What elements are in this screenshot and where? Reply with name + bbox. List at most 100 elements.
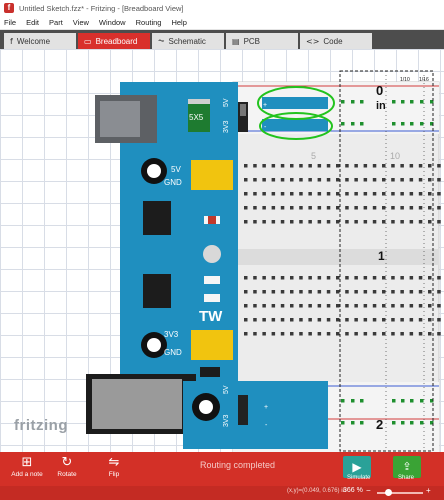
menu-file[interactable]: File <box>4 18 16 27</box>
breadboard-hole[interactable] <box>372 206 377 210</box>
breadboard-hole[interactable] <box>372 318 377 322</box>
breadboard-hole[interactable] <box>400 332 404 336</box>
breadboard-hole[interactable] <box>391 192 395 196</box>
breadboard-hole[interactable] <box>308 164 312 168</box>
breadboard-hole[interactable] <box>351 421 355 425</box>
breadboard-hole[interactable] <box>326 220 331 224</box>
breadboard-hole[interactable] <box>280 164 285 168</box>
breadboard-hole[interactable] <box>299 192 303 196</box>
zoom-slider[interactable] <box>377 492 423 494</box>
breadboard-hole[interactable] <box>382 206 386 210</box>
breadboard-hole[interactable] <box>317 290 322 294</box>
breadboard-hole[interactable] <box>372 178 377 182</box>
breadboard-hole[interactable] <box>244 276 248 280</box>
breadboard-hole[interactable] <box>290 164 294 168</box>
breadboard-hole[interactable] <box>354 206 358 210</box>
breadboard-hole[interactable] <box>409 318 414 322</box>
breadboard-hole[interactable] <box>409 304 414 308</box>
breadboard-hole[interactable] <box>391 318 395 322</box>
breadboard-hole[interactable] <box>391 332 395 336</box>
breadboard-hole[interactable] <box>308 304 312 308</box>
menu-window[interactable]: Window <box>99 18 126 27</box>
breadboard-hole[interactable] <box>391 164 395 168</box>
breadboard-hole[interactable] <box>271 332 276 336</box>
breadboard-hole[interactable] <box>372 192 377 196</box>
zoom-slider-thumb[interactable] <box>385 489 392 496</box>
breadboard-hole[interactable] <box>382 318 386 322</box>
breadboard-hole[interactable] <box>437 332 441 336</box>
breadboard-hole[interactable] <box>299 164 303 168</box>
breadboard-hole[interactable] <box>391 276 395 280</box>
breadboard-hole[interactable] <box>290 178 294 182</box>
breadboard-hole[interactable] <box>299 290 303 294</box>
breadboard-hole[interactable] <box>280 332 285 336</box>
breadboard-hole[interactable] <box>428 206 432 210</box>
breadboard-hole[interactable] <box>326 206 331 210</box>
breadboard-hole[interactable] <box>290 332 294 336</box>
breadboard-hole[interactable] <box>253 178 257 182</box>
breadboard-hole[interactable] <box>437 220 441 224</box>
breadboard-hole[interactable] <box>271 192 276 196</box>
breadboard-hole[interactable] <box>382 290 386 294</box>
breadboard-hole[interactable] <box>391 290 395 294</box>
breadboard-hole[interactable] <box>299 220 303 224</box>
breadboard-hole[interactable] <box>409 276 414 280</box>
breadboard-hole[interactable] <box>262 332 266 336</box>
breadboard-hole[interactable] <box>290 276 294 280</box>
breadboard-hole[interactable] <box>308 220 312 224</box>
breadboard-hole[interactable] <box>400 304 404 308</box>
breadboard-hole[interactable] <box>326 290 331 294</box>
tab-welcome[interactable]: f Welcome <box>4 33 76 49</box>
breadboard-hole[interactable] <box>401 100 405 104</box>
breadboard-hole[interactable] <box>418 318 423 322</box>
breadboard-hole[interactable] <box>271 220 276 224</box>
breadboard-hole[interactable] <box>280 276 285 280</box>
breadboard-hole[interactable] <box>437 304 441 308</box>
tab-breadboard[interactable]: ▭ Breadboard <box>78 33 150 49</box>
breadboard-hole[interactable] <box>262 206 266 210</box>
breadboard-hole[interactable] <box>372 164 377 168</box>
breadboard-hole[interactable] <box>244 332 248 336</box>
breadboard-hole[interactable] <box>391 220 395 224</box>
breadboard-hole[interactable] <box>345 304 349 308</box>
breadboard-hole[interactable] <box>409 178 414 182</box>
menu-view[interactable]: View <box>73 18 89 27</box>
breadboard-hole[interactable] <box>336 164 340 168</box>
breadboard-hole[interactable] <box>262 220 266 224</box>
breadboard-hole[interactable] <box>372 332 377 336</box>
breadboard-hole[interactable] <box>354 304 358 308</box>
rotate-button[interactable]: ↻ Rotate <box>54 455 80 478</box>
breadboard-hole[interactable] <box>253 192 257 196</box>
breadboard-hole[interactable] <box>253 290 257 294</box>
breadboard-hole[interactable] <box>418 192 423 196</box>
breadboard-hole[interactable] <box>363 178 368 182</box>
breadboard-hole[interactable] <box>271 304 276 308</box>
breadboard-hole[interactable] <box>280 318 285 322</box>
breadboard-hole[interactable] <box>345 192 349 196</box>
breadboard-hole[interactable] <box>401 421 405 425</box>
breadboard-hole[interactable] <box>437 164 441 168</box>
breadboard-hole[interactable] <box>382 164 386 168</box>
breadboard-hole[interactable] <box>392 122 396 126</box>
breadboard-hole[interactable] <box>244 164 248 168</box>
breadboard-hole[interactable] <box>363 318 368 322</box>
breadboard-hole[interactable] <box>420 122 424 126</box>
breadboard-hole[interactable] <box>428 192 432 196</box>
breadboard-hole[interactable] <box>428 304 432 308</box>
breadboard-hole[interactable] <box>308 276 312 280</box>
breadboard-hole[interactable] <box>391 206 395 210</box>
breadboard-hole[interactable] <box>299 178 303 182</box>
breadboard-hole[interactable] <box>271 290 276 294</box>
breadboard-hole[interactable] <box>317 304 322 308</box>
menu-help[interactable]: Help <box>171 18 186 27</box>
breadboard-hole[interactable] <box>308 192 312 196</box>
menu-part[interactable]: Part <box>49 18 63 27</box>
bottom-voltage-switch[interactable] <box>238 395 248 425</box>
breadboard-hole[interactable] <box>326 192 331 196</box>
breadboard-hole[interactable] <box>317 164 322 168</box>
breadboard-hole[interactable] <box>428 318 432 322</box>
breadboard-hole[interactable] <box>262 290 266 294</box>
breadboard-hole[interactable] <box>351 100 355 104</box>
breadboard-hole[interactable] <box>345 164 349 168</box>
breadboard-hole[interactable] <box>345 178 349 182</box>
